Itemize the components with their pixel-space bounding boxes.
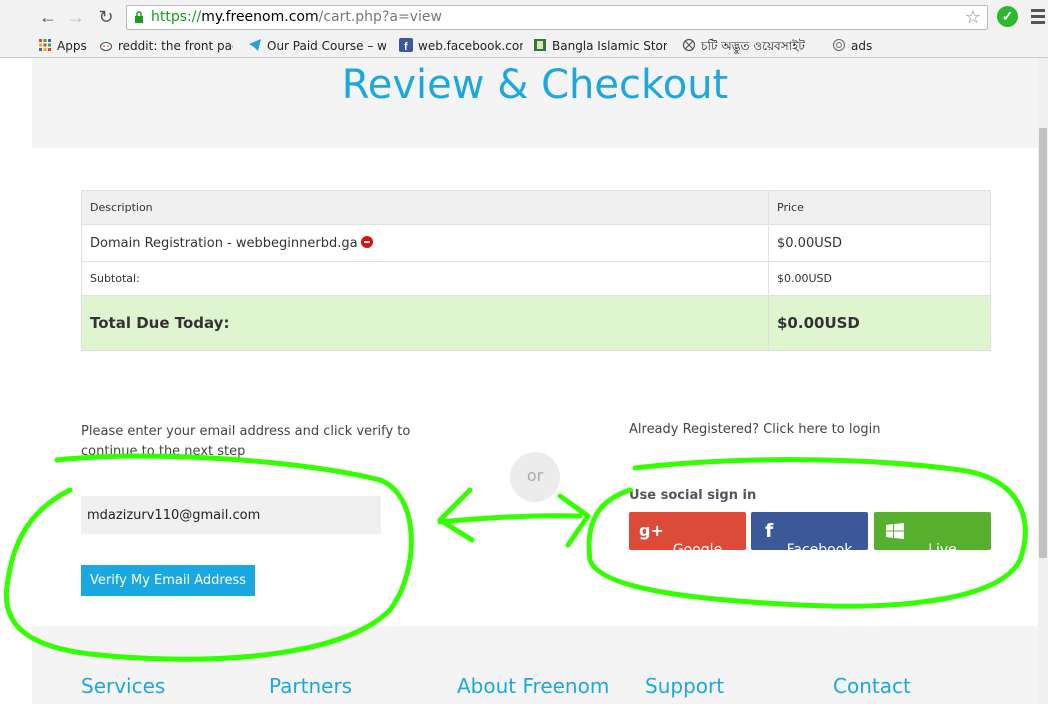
address-bar[interactable]: https://my.freenom.com/cart.php?a=view ☆ xyxy=(126,5,988,30)
subtotal-row: Subtotal: $0.00USD xyxy=(81,261,991,296)
bookmark-label: web.facebook.com xyxy=(418,39,523,53)
bookmark-reddit[interactable]: reddit: the front page xyxy=(99,38,233,54)
page-header: Review & Checkout xyxy=(32,58,1048,148)
page-title: Review & Checkout xyxy=(341,62,729,108)
google-label: Google xyxy=(672,542,723,558)
table-header-row: Description Price xyxy=(81,190,991,225)
column-header-price: Price xyxy=(768,190,991,225)
login-link[interactable]: Already Registered? Click here to login xyxy=(629,422,881,437)
bookmark-ads[interactable]: ads xyxy=(832,38,882,54)
subtotal-label: Subtotal: xyxy=(81,261,769,296)
live-label: Live xyxy=(928,542,957,558)
bookmark-label: ads xyxy=(851,39,873,53)
page-gutter xyxy=(0,58,32,704)
total-value: $0.00USD xyxy=(768,295,991,351)
item-description-cell: Domain Registration - webbeginnerbd.ga xyxy=(81,224,769,262)
extension-check-icon[interactable]: ✓ xyxy=(997,6,1018,27)
footer-link-about[interactable]: About Freenom xyxy=(457,674,609,698)
browser-toolbar: ← → ↻ https://my.freenom.com/cart.php?a=… xyxy=(0,0,1048,34)
bookmarks-bar: Apps reddit: the front page Our Paid Cou… xyxy=(0,34,1048,58)
column-header-description: Description xyxy=(81,190,769,225)
globe-icon xyxy=(682,38,696,52)
scrollbar-thumb[interactable] xyxy=(1039,128,1047,558)
footer-link-support[interactable]: Support xyxy=(645,674,724,698)
cart-table: Description Price Domain Registration - … xyxy=(81,190,991,351)
url-scheme: https:// xyxy=(151,9,202,25)
bookmark-bangla-story[interactable]: Bangla Islamic Story | xyxy=(533,38,667,54)
google-signin-button[interactable]: g+ Google xyxy=(629,512,746,558)
bookmark-facebook[interactable]: f web.facebook.com xyxy=(399,38,523,54)
email-field[interactable] xyxy=(81,496,381,534)
email-instructions: Please enter your email address and clic… xyxy=(81,424,411,459)
total-row: Total Due Today: $0.00USD xyxy=(81,295,991,351)
url-host: my.freenom.com xyxy=(201,9,319,25)
social-signin-heading: Use social sign in xyxy=(629,488,757,503)
subtotal-value: $0.00USD xyxy=(768,261,991,296)
target-icon xyxy=(833,39,845,51)
bookmark-paid-course[interactable]: Our Paid Course – ww xyxy=(248,38,386,54)
facebook-label: Facebook xyxy=(786,542,853,558)
forward-arrow-icon[interactable]: → xyxy=(66,7,86,27)
footer: Services Partners About Freenom Support … xyxy=(32,626,1038,704)
url-path: /cart.php?a=view xyxy=(318,9,442,25)
remove-icon[interactable] xyxy=(360,235,373,248)
live-signin-button[interactable]: Live xyxy=(874,512,991,558)
or-divider: or xyxy=(510,452,560,502)
browser-menu-icon[interactable] xyxy=(1031,9,1045,27)
scrollbar[interactable] xyxy=(1038,58,1048,704)
item-price: $0.00USD xyxy=(768,224,991,262)
verify-email-button[interactable]: Verify My Email Address xyxy=(81,565,255,596)
bookmark-label: চটি অদ্ভুত ওয়েবসাইট xyxy=(701,39,805,53)
bookmark-star-icon[interactable]: ☆ xyxy=(965,6,981,29)
footer-link-contact[interactable]: Contact xyxy=(833,674,911,698)
book-icon xyxy=(534,39,546,51)
footer-link-services[interactable]: Services xyxy=(81,674,165,698)
telegram-icon xyxy=(249,39,261,51)
svg-text:f: f xyxy=(404,41,408,52)
item-description: Domain Registration - webbeginnerbd.ga xyxy=(90,235,358,251)
back-arrow-icon[interactable]: ← xyxy=(38,7,58,27)
reload-icon[interactable]: ↻ xyxy=(96,7,116,27)
total-label: Total Due Today: xyxy=(81,295,769,351)
footer-link-partners[interactable]: Partners xyxy=(269,674,352,698)
facebook-signin-button[interactable]: f Facebook xyxy=(751,512,868,558)
bookmark-label: Apps xyxy=(57,39,87,53)
bookmark-bangla-site[interactable]: চটি অদ্ভুত ওয়েবসাইট xyxy=(682,38,820,54)
lock-icon xyxy=(135,11,143,23)
bookmark-label: Our Paid Course – ww xyxy=(267,39,386,53)
bookmark-apps[interactable]: Apps xyxy=(38,38,90,54)
reddit-icon xyxy=(100,42,112,51)
apps-grid-icon xyxy=(39,39,51,51)
page-content: Review & Checkout Description Price Doma… xyxy=(32,58,1048,704)
table-row: Domain Registration - webbeginnerbd.ga $… xyxy=(81,224,991,262)
facebook-icon: f xyxy=(399,38,413,52)
bookmark-label: reddit: the front page xyxy=(118,39,233,53)
bookmark-label: Bangla Islamic Story | xyxy=(552,39,667,53)
